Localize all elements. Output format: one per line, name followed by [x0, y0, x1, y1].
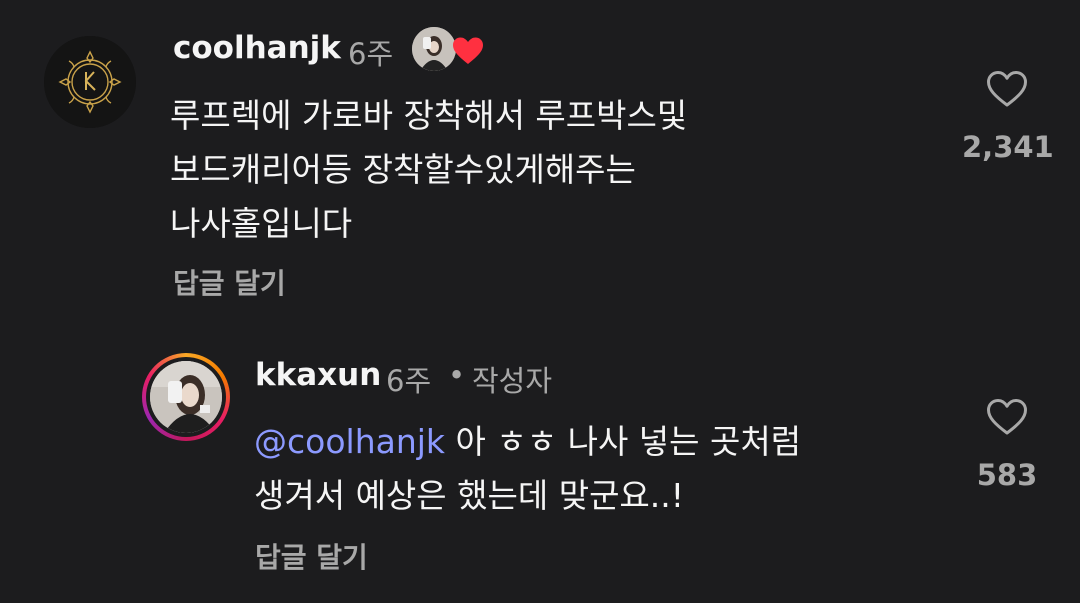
meta-separator: • [448, 358, 466, 392]
comment-item: coolhanjk 6주 루프렉에 가로바 장착해서 루프박스및 보드캐리어등 … [0, 0, 1080, 320]
comment-text: 루프렉에 가로바 장착해서 루프박스및 보드캐리어등 장착할수있게해주는 나사홀… [170, 89, 687, 251]
comment-text-line: 생겨서 예상은 했는데 맞군요..! [254, 476, 684, 515]
comment-text: @coolhanjk 아 ㅎㅎ 나사 넣는 곳처럼 생겨서 예상은 했는데 맞군… [254, 415, 801, 523]
like-control: 2,341 [962, 70, 1054, 164]
heart-outline-icon[interactable] [986, 70, 1028, 108]
like-control: 583 [962, 398, 1052, 492]
reply-button[interactable]: 답글 달기 [173, 262, 286, 302]
avatar[interactable] [44, 36, 136, 128]
reply-comment-item: kkaxun 6주 • 작성자 @coolhanjk 아 ㅎㅎ 나사 넣는 곳처… [0, 330, 1080, 603]
creator-liked-heart-icon [452, 36, 484, 66]
heart-outline-icon[interactable] [986, 398, 1028, 436]
comment-text-segment: 아 ㅎㅎ 나사 넣는 곳처럼 [445, 422, 802, 461]
mention-link[interactable]: @coolhanjk [254, 422, 445, 461]
comment-text-line: 나사홀입니다 [170, 204, 353, 243]
avatar[interactable] [142, 353, 230, 441]
comment-username[interactable]: kkaxun [255, 357, 381, 393]
comment-text-line: 보드캐리어등 장착할수있게해주는 [170, 150, 636, 189]
like-count: 583 [976, 458, 1038, 492]
reply-button[interactable]: 답글 달기 [255, 536, 368, 576]
comment-username[interactable]: coolhanjk [173, 30, 341, 66]
creator-avatar [412, 27, 456, 71]
comment-timestamp: 6주 [386, 364, 432, 398]
comment-text-line: @coolhanjk 아 ㅎㅎ 나사 넣는 곳처럼 [254, 415, 801, 469]
comment-timestamp: 6주 [348, 37, 394, 71]
gold-monogram-logo [44, 36, 136, 128]
avatar-photo [150, 361, 222, 433]
author-badge: 작성자 [472, 364, 553, 398]
comment-text-line: 루프렉에 가로바 장착해서 루프박스및 [170, 96, 688, 135]
like-count: 2,341 [962, 130, 1054, 164]
